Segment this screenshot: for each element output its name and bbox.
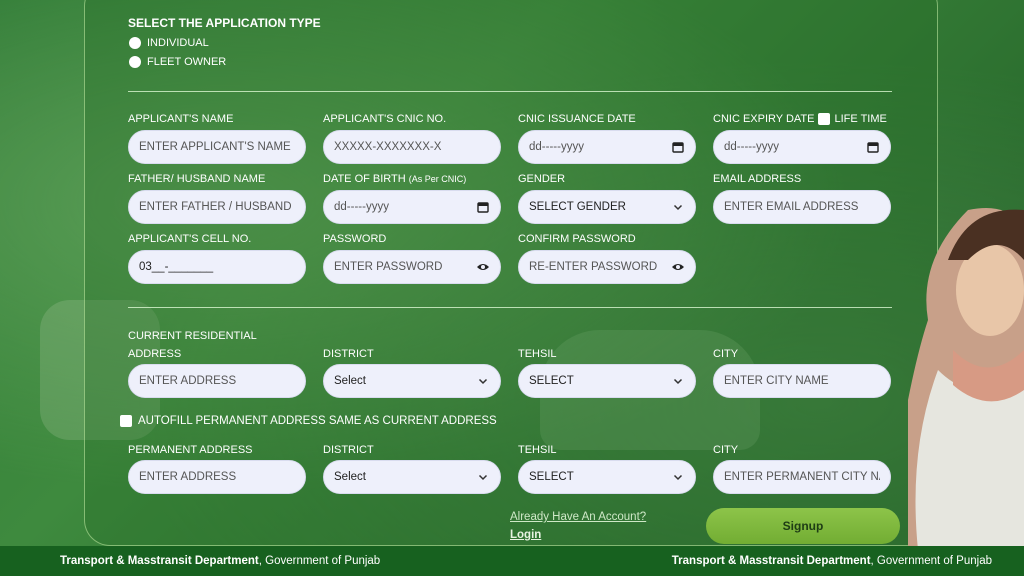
gender-label: GENDER: [518, 173, 566, 185]
autofill-row[interactable]: AUTOFILL PERMANENT ADDRESS SAME AS CURRE…: [120, 415, 497, 427]
footer-dept: Transport & Masstransit Department: [60, 555, 259, 567]
have-account-link[interactable]: Already Have An Account?: [510, 511, 646, 523]
permanent-city-input[interactable]: ENTER PERMANENT CITY NAN: [713, 460, 891, 494]
dob-input[interactable]: dd-----yyyy: [323, 190, 501, 224]
cnic-expiry-label-row: CNIC EXPIRY DATE LIFE TIME: [713, 110, 887, 128]
chevron-down-icon: [476, 470, 490, 484]
radio-fleet-owner[interactable]: FLEET OWNER: [129, 56, 226, 68]
current-city-placeholder: ENTER CITY NAME: [724, 375, 829, 387]
radio-circle-icon[interactable]: [129, 37, 141, 49]
radio-fleet-owner-label: FLEET OWNER: [147, 56, 227, 68]
signup-button[interactable]: Signup: [706, 508, 900, 544]
current-district-label: DISTRICT: [323, 348, 374, 360]
cnic-expiry-value: dd-----yyyy: [724, 141, 779, 153]
permanent-address-label: PERMANENT ADDRESS: [128, 444, 253, 456]
current-address-placeholder: ENTER ADDRESS: [139, 375, 237, 387]
confirm-password-input[interactable]: RE-ENTER PASSWORD: [518, 250, 696, 284]
password-input[interactable]: ENTER PASSWORD: [323, 250, 501, 284]
current-tehsil-select[interactable]: SELECT: [518, 364, 696, 398]
chevron-down-icon: [671, 374, 685, 388]
permanent-district-select[interactable]: Select: [323, 460, 501, 494]
application-type-title: SELECT THE APPLICATION TYPE: [128, 16, 321, 30]
permanent-tehsil-label: TEHSIL: [518, 444, 557, 456]
radio-circle-icon[interactable]: [129, 56, 141, 68]
autofill-label: AUTOFILL PERMANENT ADDRESS SAME AS CURRE…: [138, 415, 497, 427]
cnic-issuance-label: CNIC ISSUANCE DATE: [518, 113, 636, 125]
current-address-input[interactable]: ENTER ADDRESS: [128, 364, 306, 398]
cnic-expiry-label: CNIC EXPIRY DATE: [713, 113, 815, 125]
current-tehsil-value: SELECT: [529, 375, 574, 387]
dob-value: dd-----yyyy: [334, 201, 389, 213]
permanent-district-label: DISTRICT: [323, 444, 374, 456]
autofill-checkbox[interactable]: [120, 415, 132, 427]
current-district-select[interactable]: Select: [323, 364, 501, 398]
cell-label: APPLICANT'S CELL NO.: [128, 233, 252, 245]
lifetime-label: LIFE TIME: [834, 113, 887, 125]
chevron-down-icon: [671, 470, 685, 484]
cnic-placeholder: XXXXX-XXXXXXX-X: [334, 141, 442, 153]
applicant-name-label: APPLICANT'S NAME: [128, 113, 234, 125]
current-address-label-line1: CURRENT RESIDENTIAL: [128, 330, 257, 342]
cnic-input[interactable]: XXXXX-XXXXXXX-X: [323, 130, 501, 164]
cell-value: 03__-_______: [139, 261, 214, 273]
confirm-password-label: CONFIRM PASSWORD: [518, 233, 636, 245]
cnic-issuance-value: dd-----yyyy: [529, 141, 584, 153]
current-city-label: CITY: [713, 348, 739, 360]
dob-label-row: DATE OF BIRTH (As Per CNIC): [323, 170, 466, 188]
radio-individual-label: INDIVIDUAL: [147, 37, 209, 49]
current-address-label-line2: ADDRESS: [128, 348, 182, 360]
password-placeholder: ENTER PASSWORD: [334, 261, 443, 273]
father-name-label: FATHER/ HUSBAND NAME: [128, 173, 266, 185]
email-label: EMAIL ADDRESS: [713, 173, 802, 185]
footer-right: Transport & Masstransit Department, Gove…: [672, 555, 992, 567]
permanent-address-input[interactable]: ENTER ADDRESS: [128, 460, 306, 494]
password-label: PASSWORD: [323, 233, 387, 245]
radio-individual[interactable]: INDIVIDUAL: [129, 37, 209, 49]
chevron-down-icon: [671, 200, 685, 214]
divider: [128, 91, 892, 92]
footer-bar: Transport & Masstransit Department, Gove…: [0, 546, 1024, 576]
divider: [128, 307, 892, 308]
footer-gov: , Government of Punjab: [258, 555, 381, 567]
footer-dept: Transport & Masstransit Department: [671, 555, 871, 567]
chevron-down-icon: [476, 374, 490, 388]
calendar-icon[interactable]: [671, 140, 685, 154]
current-city-input[interactable]: ENTER CITY NAME: [713, 364, 891, 398]
gender-select[interactable]: SELECT GENDER: [518, 190, 696, 224]
gender-value: SELECT GENDER: [529, 201, 626, 213]
permanent-district-value: Select: [334, 471, 366, 483]
permanent-tehsil-select[interactable]: SELECT: [518, 460, 696, 494]
cnic-issuance-date-input[interactable]: dd-----yyyy: [518, 130, 696, 164]
calendar-icon[interactable]: [866, 140, 880, 154]
calendar-icon[interactable]: [476, 200, 490, 214]
permanent-city-label: CITY: [713, 444, 739, 456]
father-name-input[interactable]: ENTER FATHER / HUSBAND N.: [128, 190, 306, 224]
permanent-address-placeholder: ENTER ADDRESS: [139, 471, 237, 483]
cnic-expiry-date-input[interactable]: dd-----yyyy: [713, 130, 891, 164]
cnic-label: APPLICANT'S CNIC NO.: [323, 113, 447, 125]
official-portrait: [908, 200, 1024, 550]
eye-icon[interactable]: [671, 260, 685, 274]
permanent-city-placeholder: ENTER PERMANENT CITY NAN: [724, 471, 880, 483]
applicant-name-input[interactable]: ENTER APPLICANT'S NAME: [128, 130, 306, 164]
lifetime-checkbox[interactable]: [818, 113, 831, 125]
current-district-value: Select: [334, 375, 366, 387]
dob-note: (As Per CNIC): [408, 174, 467, 184]
applicant-name-placeholder: ENTER APPLICANT'S NAME: [139, 141, 291, 153]
eye-icon[interactable]: [476, 260, 490, 274]
current-tehsil-label: TEHSIL: [518, 348, 557, 360]
current-address-label: CURRENT RESIDENTIAL ADDRESS: [128, 327, 257, 363]
dob-label: DATE OF BIRTH: [323, 173, 406, 185]
confirm-password-placeholder: RE-ENTER PASSWORD: [529, 261, 658, 273]
email-input[interactable]: ENTER EMAIL ADDRESS: [713, 190, 891, 224]
login-link[interactable]: Login: [510, 529, 541, 541]
footer-left: Transport & Masstransit Department, Gove…: [60, 555, 380, 567]
permanent-tehsil-value: SELECT: [529, 471, 574, 483]
father-name-placeholder: ENTER FATHER / HUSBAND N.: [139, 201, 295, 213]
email-placeholder: ENTER EMAIL ADDRESS: [724, 201, 859, 213]
cell-input[interactable]: 03__-_______: [128, 250, 306, 284]
footer-gov: , Government of Punjab: [870, 555, 992, 567]
